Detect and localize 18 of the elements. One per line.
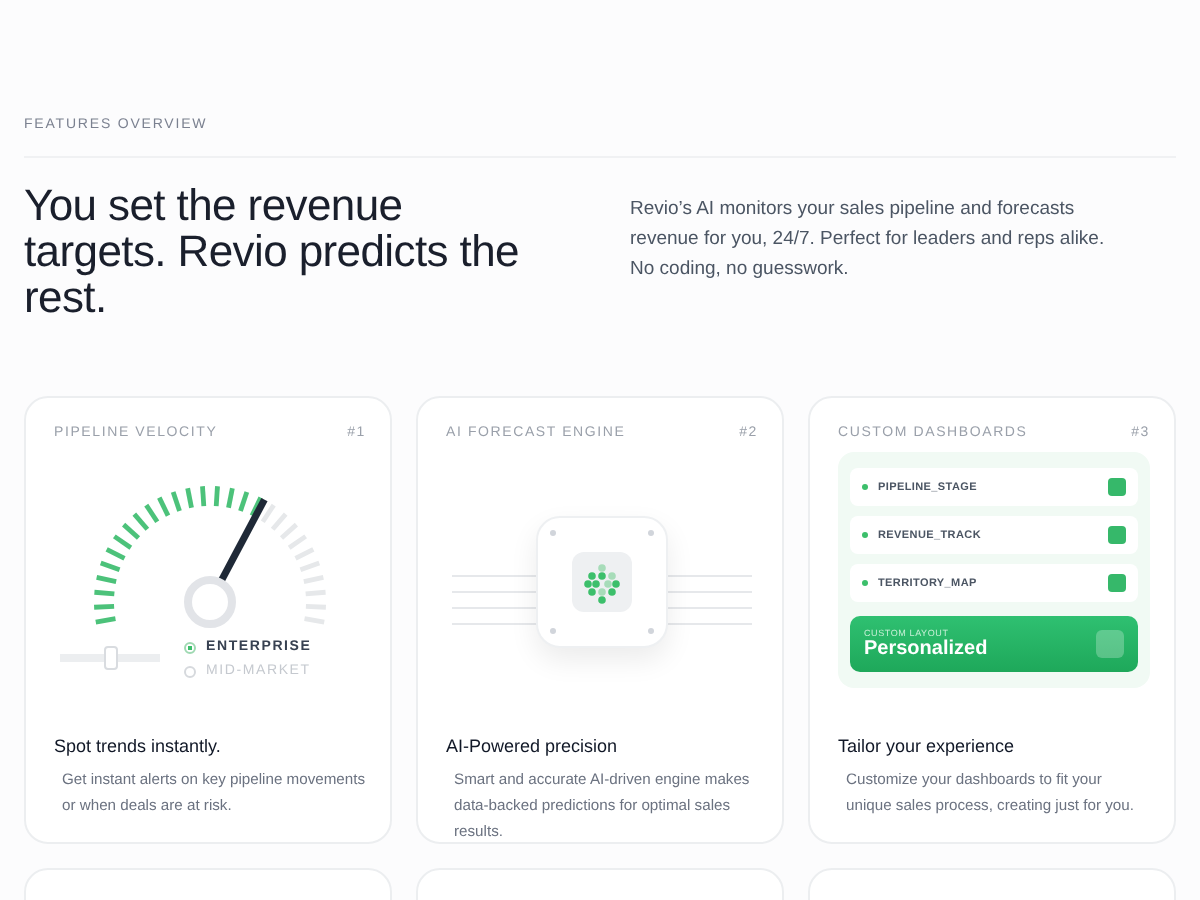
intro-text: Revio’s AI monitors your sales pipeline and forecasts revenue for you, 24/7. Perfect for leaders and reps alike. No coding, no guesswork. bbox=[630, 196, 1107, 284]
card-title: AI-Powered precision bbox=[446, 736, 620, 756]
dot-icon bbox=[862, 484, 868, 490]
square-icon bbox=[1108, 574, 1126, 592]
dot-grid-icon bbox=[572, 552, 632, 612]
square-icon bbox=[1108, 526, 1126, 544]
gauge-needle-drawing bbox=[184, 497, 268, 628]
radio-button[interactable] bbox=[184, 641, 196, 653]
banner-title: Personalized bbox=[864, 638, 988, 660]
slider-thumb[interactable] bbox=[104, 646, 118, 670]
card-title: Tailor your experience bbox=[838, 736, 1017, 756]
radio-button[interactable] bbox=[184, 665, 196, 677]
dot-icon bbox=[862, 580, 868, 586]
card-title: Spot trends instantly. bbox=[54, 736, 223, 756]
square-icon bbox=[1096, 630, 1124, 658]
square-icon bbox=[1108, 478, 1126, 496]
headline: You set the revenue targets. Revio predicts the rest. bbox=[24, 182, 521, 320]
dot-icon bbox=[862, 532, 868, 538]
